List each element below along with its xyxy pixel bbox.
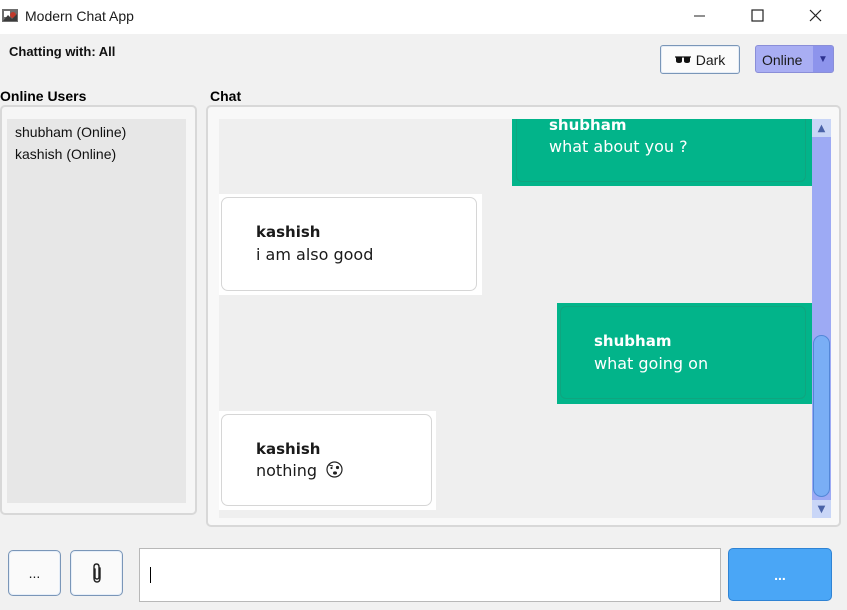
message-bubble [221, 197, 477, 291]
chat-messages[interactable]: shubham what about you ? kashish i am al… [219, 119, 812, 518]
incoming-message: kashish nothing [219, 411, 436, 510]
text-caret [150, 567, 151, 583]
message-text-content: nothing [256, 461, 318, 480]
sunglasses-icon [674, 55, 691, 63]
dark-mode-button[interactable]: Dark [660, 45, 740, 74]
message-sender: shubham [594, 332, 672, 350]
status-select[interactable]: Online ▼ [755, 45, 834, 73]
chat-label: Chat [210, 88, 242, 104]
send-button-label: ... [774, 566, 786, 583]
message-input[interactable] [139, 548, 721, 602]
maximize-button[interactable] [734, 0, 780, 32]
incoming-message: kashish i am also good [219, 194, 482, 295]
attach-button[interactable] [70, 550, 123, 596]
online-users-list[interactable]: shubham (Online) kashish (Online) [7, 119, 186, 503]
scroll-up-icon[interactable]: ▲ [812, 119, 831, 137]
user-list-item[interactable]: shubham (Online) [7, 121, 186, 143]
message-sender: kashish [256, 440, 321, 458]
message-text: what about you ? [549, 137, 688, 156]
message-bubble [221, 414, 432, 506]
outgoing-message: shubham what about you ? [512, 119, 812, 186]
window-title: Modern Chat App [25, 8, 134, 24]
minimize-button[interactable] [676, 0, 722, 32]
app-content: Chatting with: All Dark Online ▼ Online … [0, 34, 847, 610]
scroll-down-icon[interactable]: ▼ [812, 500, 831, 518]
message-sender: shubham [549, 119, 627, 134]
dark-mode-label: Dark [695, 51, 726, 68]
online-users-label: Online Users [0, 88, 87, 104]
minimize-icon [694, 15, 705, 17]
message-sender: kashish [256, 223, 321, 241]
status-value: Online [762, 52, 803, 68]
user-list-item[interactable]: kashish (Online) [7, 143, 186, 165]
chatting-with-label: Chatting with: All [9, 44, 116, 59]
message-bubble [560, 306, 806, 399]
chevron-down-icon: ▼ [813, 46, 833, 72]
scroll-thumb[interactable] [813, 335, 830, 497]
emoji-button[interactable]: ... [8, 550, 61, 596]
chat-scrollbar[interactable]: ▲ ▼ [812, 119, 831, 518]
chat-panel: shubham what about you ? kashish i am al… [206, 105, 841, 527]
close-icon [809, 9, 822, 22]
message-text: nothing [256, 461, 343, 480]
online-users-panel: shubham (Online) kashish (Online) [0, 105, 197, 515]
title-bar: Modern Chat App [0, 0, 847, 34]
maximize-icon [751, 9, 764, 22]
paperclip-icon [92, 563, 101, 583]
confused-face-icon [326, 461, 343, 478]
emoji-button-label: ... [28, 565, 41, 581]
outgoing-message: shubham what going on [557, 303, 812, 404]
send-button[interactable]: ... [728, 548, 832, 601]
message-text: what going on [594, 354, 709, 373]
app-icon [2, 9, 18, 22]
message-text: i am also good [256, 245, 374, 264]
close-button[interactable] [792, 0, 838, 32]
